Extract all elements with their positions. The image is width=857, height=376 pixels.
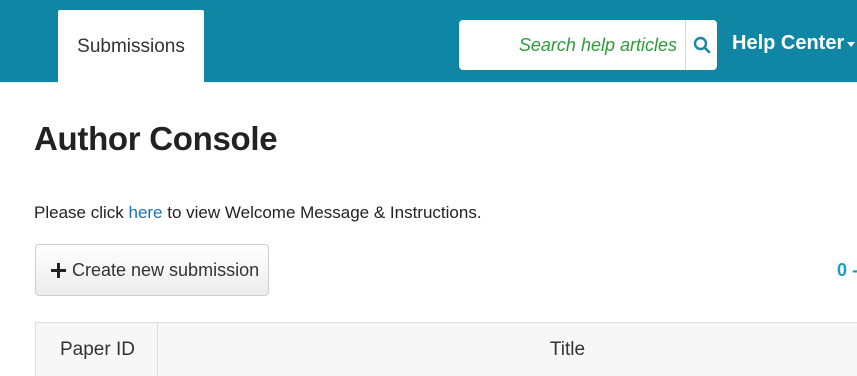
page-title: Author Console	[34, 120, 278, 157]
create-submission-button[interactable]: Create new submission	[35, 244, 269, 296]
pagination-indicator: 0 -	[837, 260, 857, 280]
column-header-paper-id[interactable]: Paper ID	[36, 323, 158, 376]
search-input[interactable]	[459, 20, 685, 70]
create-submission-label: Create new submission	[72, 259, 260, 280]
search-box	[459, 20, 717, 70]
help-center-menu[interactable]: Help Center	[732, 32, 856, 55]
tab-submissions-label: Submissions	[77, 35, 185, 57]
tab-submissions[interactable]: Submissions	[58, 10, 204, 83]
column-header-title[interactable]: Title	[158, 323, 857, 376]
submissions-table-header: Paper ID Title	[35, 322, 857, 376]
welcome-text-after: to view Welcome Message & Instructions.	[162, 203, 482, 222]
caret-down-icon	[847, 41, 856, 47]
plus-icon	[51, 262, 66, 278]
welcome-message: Please click here to view Welcome Messag…	[34, 203, 482, 223]
help-center-label: Help Center	[732, 32, 845, 54]
search-icon	[693, 36, 710, 54]
search-button[interactable]	[685, 20, 717, 70]
welcome-link[interactable]: here	[128, 203, 162, 222]
welcome-text-before: Please click	[34, 203, 129, 222]
